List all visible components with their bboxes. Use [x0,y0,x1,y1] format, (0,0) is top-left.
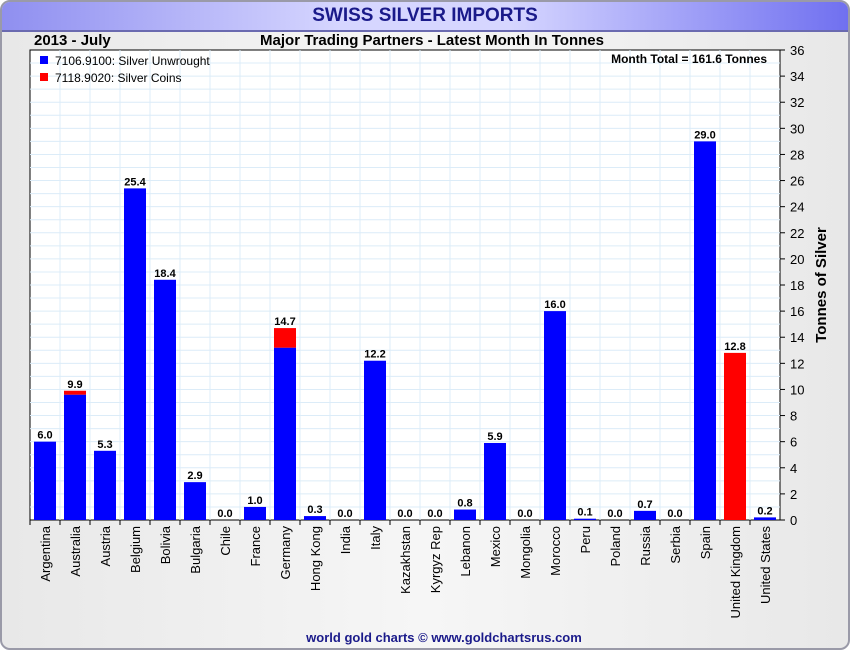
data-label: 0.3 [307,504,322,516]
x-tick-label: Lebanon [458,526,473,577]
bar-unwrought [304,516,326,520]
y-tick-label: 18 [790,278,804,293]
y-tick-label: 30 [790,121,804,136]
data-label: 12.8 [724,341,745,353]
bar-unwrought [484,442,506,520]
data-label: 12.2 [364,349,385,361]
chart-subtitle: Major Trading Partners - Latest Month In… [260,32,604,49]
data-label: 0.0 [607,508,622,520]
y-tick-label: 6 [790,435,797,450]
y-tick-label: 34 [790,69,804,84]
x-tick-label: Argentina [38,525,53,581]
y-tick-label: 0 [790,513,797,528]
data-label: 5.9 [487,431,502,443]
bar-unwrought [244,506,266,520]
x-tick-label: India [338,525,353,554]
x-tick-label: Italy [368,526,383,550]
y-tick-label: 20 [790,252,804,267]
data-label: 5.3 [97,439,112,451]
x-tick-label: Bolivia [158,525,173,564]
period-label: 2013 - July [34,32,111,49]
y-tick-label: 26 [790,174,804,189]
data-label: 0.8 [457,498,472,510]
bar-unwrought [94,450,116,520]
x-tick-label: Spain [698,526,713,559]
x-tick-label: Morocco [548,526,563,576]
x-tick-label: Poland [608,526,623,566]
bar-unwrought [634,510,656,520]
x-tick-label: Peru [578,526,593,553]
footer-credit: world gold charts © www.goldchartsrus.co… [305,630,582,645]
x-tick-label: Chile [218,526,233,556]
data-label: 0.1 [577,507,592,519]
data-label: 1.0 [247,495,262,507]
data-label: 0.0 [397,508,412,520]
data-label: 9.9 [67,379,82,391]
bar-unwrought [184,482,206,520]
y-tick-label: 16 [790,304,804,319]
data-label: 0.2 [757,505,772,517]
y-tick-label: 32 [790,95,804,110]
bar-unwrought [754,517,776,520]
x-tick-label: Mongolia [518,525,533,579]
data-label: 0.0 [517,508,532,520]
data-label: 25.4 [124,176,146,188]
y-tick-label: 12 [790,356,804,371]
x-tick-label: Kyrgyz Rep [428,526,443,593]
legend-swatch-unwrought [40,56,48,64]
bar-unwrought [124,188,146,520]
data-label: 29.0 [694,129,715,141]
bar-chart: 2013 - July Major Trading Partners - Lat… [29,32,830,645]
y-tick-label: 28 [790,147,804,162]
data-label: 14.7 [274,316,295,328]
data-label: 0.0 [337,508,352,520]
bar-unwrought [64,394,86,520]
x-tick-label: France [248,526,263,566]
legend-swatch-coins [40,73,48,81]
data-label: 6.0 [37,430,52,442]
data-label: 0.0 [217,508,232,520]
bar-unwrought [154,279,176,520]
legend-label-unwrought: 7106.9100: Silver Unwrought [55,54,210,68]
bar-unwrought [274,347,296,520]
x-tick-label: United Kingdom [728,526,743,619]
bar-unwrought [694,141,716,520]
bar-unwrought [454,509,476,520]
y-tick-label: 24 [790,200,804,215]
data-label: 18.4 [154,268,176,280]
y-tick-label: 2 [790,487,797,502]
data-label: 16.0 [544,299,565,311]
x-tick-label: United States [758,526,773,605]
y-tick-label: 14 [790,330,804,345]
y-axis-label: Tonnes of Silver [813,227,830,343]
bar-unwrought [364,360,386,520]
y-tick-label: 10 [790,382,804,397]
y-tick-label: 8 [790,409,797,424]
x-tick-label: Hong Kong [308,526,323,591]
bar-coins [724,352,746,520]
x-tick-label: Kazakhstan [398,526,413,594]
x-tick-label: Belgium [128,526,143,573]
data-label: 0.7 [637,499,652,511]
x-tick-label: Austria [98,525,113,566]
month-total: Month Total = 161.6 Tonnes [611,52,767,66]
x-tick-label: Russia [638,525,653,566]
data-label: 0.0 [667,508,682,520]
x-tick-label: Germany [278,526,293,580]
y-tick-label: 36 [790,43,804,58]
y-tick-label: 22 [790,226,804,241]
bar-coins [64,390,86,395]
bar-unwrought [544,311,566,520]
data-label: 0.0 [427,508,442,520]
bar-unwrought [34,441,56,520]
legend-label-coins: 7118.9020: Silver Coins [55,71,182,85]
data-label: 2.9 [187,470,202,482]
y-tick-label: 4 [790,461,797,476]
bar-unwrought [574,518,596,520]
x-tick-label: Australia [68,525,83,576]
bar-coins [274,328,296,348]
x-tick-label: Bulgaria [188,525,203,573]
x-tick-label: Serbia [668,525,683,563]
x-tick-label: Mexico [488,526,503,567]
